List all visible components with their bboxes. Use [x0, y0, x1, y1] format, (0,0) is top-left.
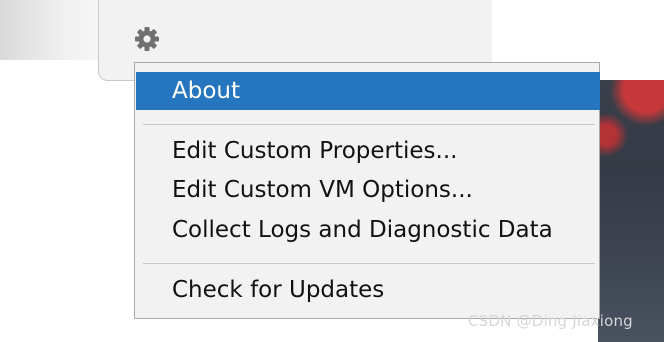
menu-item-about[interactable]: About	[136, 72, 600, 110]
background-image	[598, 80, 664, 342]
menu-separator	[143, 124, 595, 125]
gear-icon[interactable]	[133, 25, 161, 53]
menu-item-edit-custom-vm-options[interactable]: Edit Custom VM Options...	[136, 171, 600, 209]
settings-popup-menu: About Edit Custom Properties... Edit Cus…	[134, 62, 600, 319]
menu-separator	[143, 263, 595, 264]
menu-item-collect-logs[interactable]: Collect Logs and Diagnostic Data	[136, 211, 600, 249]
menu-item-check-for-updates[interactable]: Check for Updates	[136, 271, 600, 309]
menu-item-edit-custom-properties[interactable]: Edit Custom Properties...	[136, 132, 600, 170]
watermark: CSDN @Ding Jiaxiong	[468, 312, 633, 330]
